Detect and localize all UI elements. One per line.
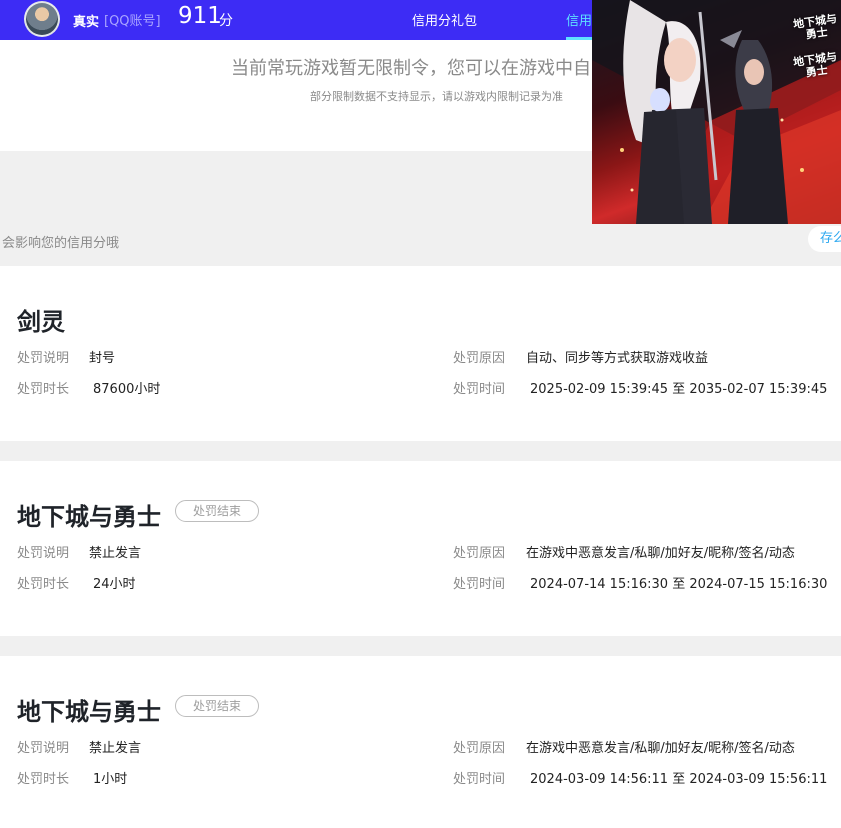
label-reason: 处罚原因 (453, 741, 506, 756)
penalty-time: 2025-02-09 15:39:45 至 2035-02-07 15:39:4… (530, 382, 828, 397)
penalty-duration: 1小时 (93, 772, 128, 787)
notice-subtext: 部分限制数据不支持显示，请以游戏内限制记录为准 (310, 90, 563, 103)
penalty-record: 地下城与勇士 处罚结束 处罚说明 禁止发言 处罚时长 24小时 处罚原因 在游戏… (0, 461, 841, 637)
label-desc: 处罚说明 (17, 546, 70, 561)
nav-tab-gift[interactable]: 信用分礼包 (412, 10, 477, 29)
label-duration: 处罚时长 (17, 382, 70, 397)
penalty-desc: 封号 (89, 351, 116, 366)
penalty-reason: 在游戏中恶意发言/私聊/加好友/昵称/签名/动态 (526, 546, 795, 561)
penalty-record: 地下城与勇士 处罚结束 处罚说明 禁止发言 处罚时长 1小时 处罚原因 在游戏中… (0, 656, 841, 828)
game-ad-popup[interactable]: 地下城与勇士 地下城与勇士 (592, 0, 841, 224)
record-divider (0, 441, 841, 461)
game-title: 地下城与勇士 (17, 503, 161, 531)
app-root: 真实 [QQ账号] 911 分 信用分礼包 信用 当前常玩游戏暂无限制令，您可以… (0, 0, 841, 828)
label-reason: 处罚原因 (453, 546, 506, 561)
label-time: 处罚时间 (453, 772, 506, 787)
status-badge: 处罚结束 (175, 500, 259, 522)
penalty-desc: 禁止发言 (89, 741, 142, 756)
save-button[interactable]: 存么 (808, 226, 841, 252)
penalty-time: 2024-07-14 15:16:30 至 2024-07-15 15:16:3… (530, 577, 828, 592)
label-desc: 处罚说明 (17, 741, 70, 756)
notice-message: 当前常玩游戏暂无限制令，您可以在游戏中自 (231, 58, 591, 79)
active-tab-indicator (566, 37, 592, 40)
label-duration: 处罚时长 (17, 772, 70, 787)
impact-note: 会影响您的信用分哦 (2, 236, 120, 251)
label-desc: 处罚说明 (17, 351, 70, 366)
penalty-record: 剑灵 处罚说明 封号 处罚时长 87600小时 处罚原因 自动、同步等方式获取游… (0, 266, 841, 442)
penalty-desc: 禁止发言 (89, 546, 142, 561)
avatar[interactable] (24, 1, 60, 37)
credit-score-unit: 分 (219, 13, 233, 29)
status-badge: 处罚结束 (175, 695, 259, 717)
credit-score: 911 (178, 3, 222, 29)
penalty-duration: 87600小时 (93, 382, 161, 397)
user-name: 真实 (73, 15, 100, 30)
label-reason: 处罚原因 (453, 351, 506, 366)
game-title: 剑灵 (17, 308, 65, 336)
game-title: 地下城与勇士 (17, 698, 161, 726)
penalty-time: 2024-03-09 14:56:11 至 2024-03-09 15:56:1… (530, 772, 828, 787)
nav-tab-credit[interactable]: 信用 (566, 10, 592, 29)
penalty-reason: 在游戏中恶意发言/私聊/加好友/昵称/签名/动态 (526, 741, 795, 756)
label-time: 处罚时间 (453, 382, 506, 397)
penalty-duration: 24小时 (93, 577, 136, 592)
label-duration: 处罚时长 (17, 577, 70, 592)
account-type: [QQ账号] (104, 14, 161, 29)
record-divider (0, 636, 841, 656)
penalty-reason: 自动、同步等方式获取游戏收益 (526, 351, 709, 366)
label-time: 处罚时间 (453, 577, 506, 592)
